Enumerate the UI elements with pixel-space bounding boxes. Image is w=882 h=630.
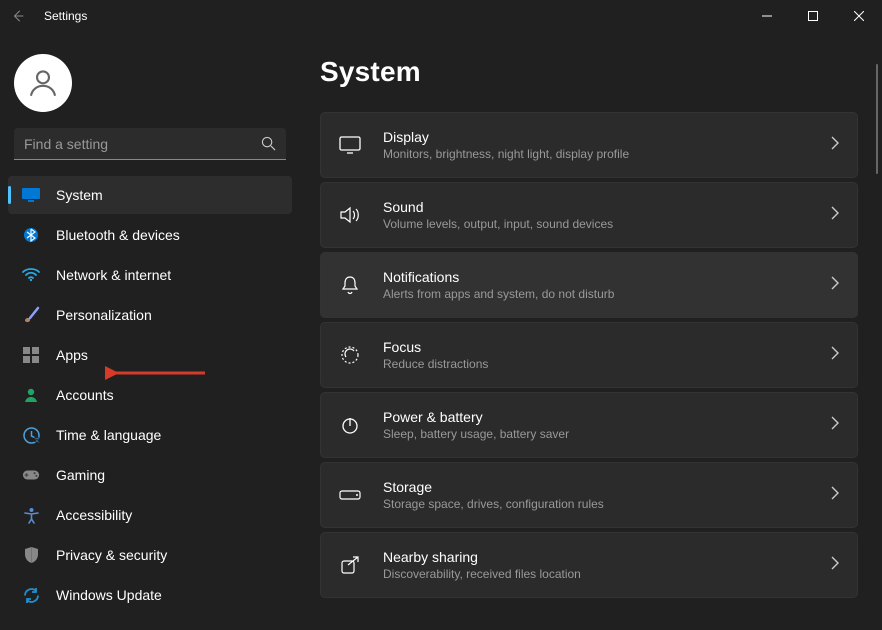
maximize-button[interactable] (790, 0, 836, 32)
focus-icon (339, 345, 361, 365)
card-focus[interactable]: FocusReduce distractions (320, 322, 858, 388)
chevron-right-icon (831, 416, 839, 435)
sidebar-item-label: Accessibility (56, 507, 132, 523)
titlebar: Settings (0, 0, 882, 32)
chevron-right-icon (831, 556, 839, 575)
card-title: Power & battery (383, 408, 809, 426)
card-title: Notifications (383, 268, 809, 286)
person-icon (22, 386, 40, 404)
sidebar-item-system[interactable]: System (8, 176, 292, 214)
sidebar-item-apps[interactable]: Apps (8, 336, 292, 374)
power-icon (339, 415, 361, 435)
search-box[interactable] (14, 128, 286, 160)
bluetooth-icon (22, 226, 40, 244)
sidebar-item-time-language[interactable]: 文 Time & language (8, 416, 292, 454)
avatar[interactable] (14, 54, 72, 112)
sidebar-item-label: Time & language (56, 427, 161, 443)
sidebar-item-label: Network & internet (56, 267, 171, 283)
sidebar-item-label: Personalization (56, 307, 152, 323)
wifi-icon (22, 266, 40, 284)
sidebar-item-label: Accounts (56, 387, 114, 403)
card-title: Sound (383, 198, 809, 216)
sidebar-item-windows-update[interactable]: Windows Update (8, 576, 292, 614)
gamepad-icon (22, 466, 40, 484)
card-storage[interactable]: StorageStorage space, drives, configurat… (320, 462, 858, 528)
scrollbar[interactable] (876, 64, 878, 174)
card-subtitle: Reduce distractions (383, 356, 809, 373)
display-icon (339, 136, 361, 154)
update-icon (22, 586, 40, 604)
sidebar-item-label: Privacy & security (56, 547, 167, 563)
sidebar-item-gaming[interactable]: Gaming (8, 456, 292, 494)
sound-icon (339, 206, 361, 224)
cards-list: DisplayMonitors, brightness, night light… (320, 112, 858, 598)
sidebar-item-accessibility[interactable]: Accessibility (8, 496, 292, 534)
sidebar-item-label: Bluetooth & devices (56, 227, 180, 243)
monitor-icon (22, 186, 40, 204)
card-sound[interactable]: SoundVolume levels, output, input, sound… (320, 182, 858, 248)
sidebar-item-label: Gaming (56, 467, 105, 483)
clock-icon: 文 (22, 426, 40, 444)
card-title: Focus (383, 338, 809, 356)
card-notifications[interactable]: NotificationsAlerts from apps and system… (320, 252, 858, 318)
sidebar-item-label: System (56, 187, 103, 203)
card-subtitle: Storage space, drives, configuration rul… (383, 496, 809, 513)
card-nearby-sharing[interactable]: Nearby sharingDiscoverability, received … (320, 532, 858, 598)
sidebar: System Bluetooth & devices Network & inter… (0, 32, 300, 630)
shield-icon (22, 546, 40, 564)
card-display[interactable]: DisplayMonitors, brightness, night light… (320, 112, 858, 178)
brush-icon (22, 306, 40, 324)
card-title: Display (383, 128, 809, 146)
card-title: Nearby sharing (383, 548, 809, 566)
page-heading: System (320, 56, 858, 88)
sidebar-item-accounts[interactable]: Accounts (8, 376, 292, 414)
accessibility-icon (22, 506, 40, 524)
sidebar-item-personalization[interactable]: Personalization (8, 296, 292, 334)
bell-icon (339, 275, 361, 295)
close-button[interactable] (836, 0, 882, 32)
card-subtitle: Sleep, battery usage, battery saver (383, 426, 809, 443)
sidebar-item-bluetooth-devices[interactable]: Bluetooth & devices (8, 216, 292, 254)
chevron-right-icon (831, 486, 839, 505)
card-power-battery[interactable]: Power & batterySleep, battery usage, bat… (320, 392, 858, 458)
minimize-button[interactable] (744, 0, 790, 32)
search-input[interactable] (14, 128, 286, 160)
sidebar-item-network-internet[interactable]: Network & internet (8, 256, 292, 294)
nav-list: System Bluetooth & devices Network & inter… (8, 176, 292, 614)
main-pane: System DisplayMonitors, brightness, nigh… (300, 32, 882, 630)
apps-icon (22, 346, 40, 364)
sidebar-item-privacy-security[interactable]: Privacy & security (8, 536, 292, 574)
storage-icon (339, 490, 361, 500)
sidebar-item-label: Apps (56, 347, 88, 363)
svg-text:文: 文 (34, 437, 39, 444)
sidebar-item-label: Windows Update (56, 587, 162, 603)
back-button[interactable] (8, 6, 28, 26)
chevron-right-icon (831, 136, 839, 155)
card-subtitle: Volume levels, output, input, sound devi… (383, 216, 809, 233)
chevron-right-icon (831, 206, 839, 225)
card-title: Storage (383, 478, 809, 496)
chevron-right-icon (831, 346, 839, 365)
window-title: Settings (44, 9, 87, 23)
card-subtitle: Discoverability, received files location (383, 566, 809, 583)
share-icon (339, 555, 361, 575)
chevron-right-icon (831, 276, 839, 295)
card-subtitle: Alerts from apps and system, do not dist… (383, 286, 809, 303)
card-subtitle: Monitors, brightness, night light, displ… (383, 146, 809, 163)
search-icon (261, 136, 276, 156)
